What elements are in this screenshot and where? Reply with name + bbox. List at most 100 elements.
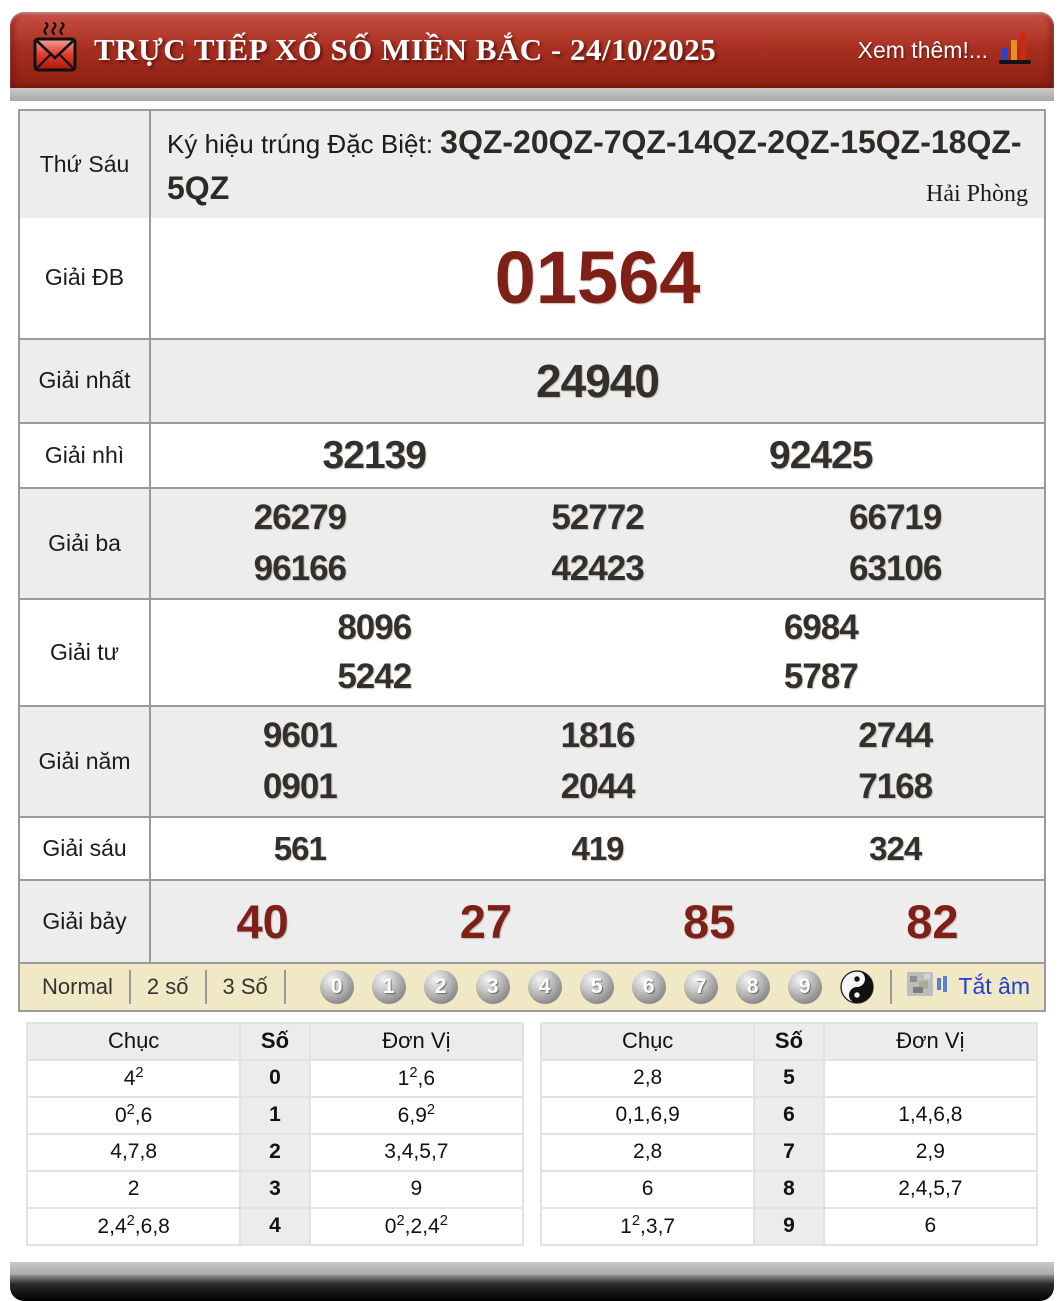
prize-table: Thứ Sáu Ký hiệu trúng Đặc Biệt: 3QZ-20QZ… (18, 109, 1046, 964)
summary-cell-so: 7 (753, 1132, 825, 1172)
prize-row-ba: Giải ba 26279 52772 66719 96166 42423 63106 (20, 486, 1044, 598)
ball-0[interactable]: 0 (319, 969, 354, 1004)
summary-cell-chuc: 0,1,6,9 (539, 1095, 756, 1135)
bottom-divider-strip (10, 1261, 1054, 1275)
summary-row: 12,3,7 9 6 (539, 1206, 1039, 1246)
summary-cell-donvi: 02,2,42 (308, 1206, 525, 1246)
prize-number: 561 (273, 829, 327, 867)
prize-numbers: 561 419 324 (151, 818, 1044, 879)
footer-bar (10, 1274, 1054, 1301)
prize-number: 26279 (253, 497, 347, 537)
ball-9[interactable]: 9 (787, 969, 822, 1004)
prize-row-nam: Giải năm 9601 1816 2744 0901 2044 7168 (20, 705, 1044, 816)
col-header-donvi: Đơn Vị (308, 1021, 525, 1061)
prize-row-bay: Giải bảy 40 27 85 82 (20, 878, 1044, 962)
summary-cell-chuc: 42 (25, 1058, 242, 1098)
summary-row: 4,7,8 2 3,4,5,7 (25, 1132, 525, 1172)
header-bar: TRỰC TIẾP XỔ SỐ MIỀN BẮC - 24/10/2025 Xe… (10, 12, 1054, 88)
prize-numbers: 24940 (151, 340, 1044, 422)
ball-5[interactable]: 5 (579, 969, 614, 1004)
hot-mail-icon (32, 21, 78, 79)
yin-yang-icon[interactable] (840, 970, 874, 1004)
prize-number: 324 (869, 829, 922, 867)
prize-numbers: 32139 92425 (151, 424, 1044, 487)
ball-8[interactable]: 8 (735, 969, 770, 1004)
prize-rows: Giải ĐB 01564 Giải nhất 24940 Giải nhì 32139 9… (20, 217, 1044, 962)
mode-normal[interactable]: Normal (34, 974, 129, 1000)
prize-label: Giải nhì (20, 423, 151, 487)
prize-label: Giải bảy (20, 880, 151, 962)
summary-cell-so: 8 (753, 1169, 825, 1209)
mode-3-số[interactable]: 3 Số (207, 974, 284, 1000)
prize-number: 63106 (849, 549, 942, 589)
number-balls: 0123456789 (319, 969, 874, 1004)
summary-row: 6 8 2,4,5,7 (539, 1169, 1039, 1209)
ball-3[interactable]: 3 (475, 969, 510, 1004)
summary-cell-so: 9 (753, 1206, 825, 1246)
prize-number: 2744 (858, 716, 933, 756)
ball-1[interactable]: 1 (371, 969, 406, 1004)
draw-info-row: Thứ Sáu Ký hiệu trúng Đặc Biệt: 3QZ-20QZ… (20, 111, 1044, 218)
prize-number: 2044 (560, 767, 636, 807)
see-more-link[interactable]: Xem thêm!... (858, 37, 988, 64)
special-sign-text: Ký hiệu trúng Đặc Biệt: 3QZ-20QZ-7QZ-14Q… (167, 119, 1028, 212)
prize-row-tu: Giải tư 8096 6984 5242 5787 (20, 597, 1044, 706)
summary-cell-donvi: 6 (822, 1206, 1039, 1246)
summary-row: 2,8 5 (539, 1058, 1039, 1098)
summary-cell-chuc: 6 (539, 1169, 756, 1209)
prize-number: 6984 (783, 607, 859, 647)
col-header-so: Số (239, 1021, 311, 1061)
prize-label: Giải tư (20, 599, 151, 706)
prize-number: 92425 (769, 433, 873, 477)
prize-row-nhi: Giải nhì 32139 92425 (20, 421, 1044, 487)
mute-button[interactable]: Tắt âm (906, 969, 1030, 1004)
mode-divider (283, 969, 286, 1004)
summary-row: 0,1,6,9 6 1,4,6,8 (539, 1095, 1039, 1135)
digit-summary: Chục Số Đơn Vị 42 0 12,6 02,6 1 6,92 4,7,8 2 3,4… (18, 1012, 1046, 1256)
summary-cell-so: 5 (753, 1058, 825, 1098)
prize-number: 7168 (858, 767, 933, 807)
summary-cell-chuc: 4,7,8 (25, 1132, 242, 1172)
mute-label: Tắt âm (958, 973, 1030, 1000)
summary-row: 2,8 7 2,9 (539, 1132, 1039, 1172)
summary-cell-so: 6 (753, 1095, 825, 1135)
bar-chart-icon[interactable] (998, 28, 1032, 73)
digit-summary-table-left: Chục Số Đơn Vị 42 0 12,6 02,6 1 6,92 4,7,8 2 3,4… (25, 1021, 525, 1246)
summary-cell-donvi (822, 1058, 1039, 1098)
page-title: TRỰC TIẾP XỔ SỐ MIỀN BẮC - 24/10/2025 (94, 32, 717, 67)
prize-number: 40 (236, 894, 289, 948)
prize-number: 0901 (262, 767, 338, 807)
summary-cell-chuc: 2 (25, 1169, 242, 1209)
prize-label: Giải năm (20, 707, 151, 816)
prize-label: Giải ba (20, 488, 151, 598)
top-divider-strip (10, 88, 1054, 101)
summary-cell-donvi: 2,4,5,7 (822, 1169, 1039, 1209)
summary-cell-so: 4 (239, 1206, 311, 1246)
prize-numbers: 40 27 85 82 (151, 881, 1044, 962)
prize-number: 52772 (551, 497, 644, 537)
ball-2[interactable]: 2 (423, 969, 458, 1004)
ball-4[interactable]: 4 (527, 969, 562, 1004)
day-label: Thứ Sáu (20, 111, 151, 218)
prize-numbers: 26279 52772 66719 96166 42423 63106 (151, 489, 1044, 598)
prize-number: 66719 (849, 497, 942, 537)
prize-number: 1816 (560, 716, 636, 756)
summary-cell-donvi: 6,92 (308, 1095, 525, 1135)
summary-cell-so: 2 (239, 1132, 311, 1172)
ball-7[interactable]: 7 (683, 969, 718, 1004)
mode-2-số[interactable]: 2 số (131, 974, 205, 1000)
summary-cell-chuc: 2,42,6,8 (25, 1206, 242, 1246)
summary-cell-chuc: 12,3,7 (539, 1206, 756, 1246)
prize-number: 85 (682, 894, 736, 948)
summary-cell-so: 1 (239, 1095, 311, 1135)
summary-cell-chuc: 2,8 (539, 1058, 756, 1098)
prize-number: 32139 (322, 433, 427, 477)
summary-cell-chuc: 2,8 (539, 1132, 756, 1172)
summary-row: 02,6 1 6,92 (25, 1095, 525, 1135)
control-divider (890, 969, 893, 1004)
col-header-donvi: Đơn Vị (822, 1021, 1039, 1061)
prize-number: 5242 (337, 657, 412, 697)
prize-number: 9601 (262, 716, 338, 756)
summary-cell-donvi: 3,4,5,7 (308, 1132, 525, 1172)
ball-6[interactable]: 6 (631, 969, 666, 1004)
